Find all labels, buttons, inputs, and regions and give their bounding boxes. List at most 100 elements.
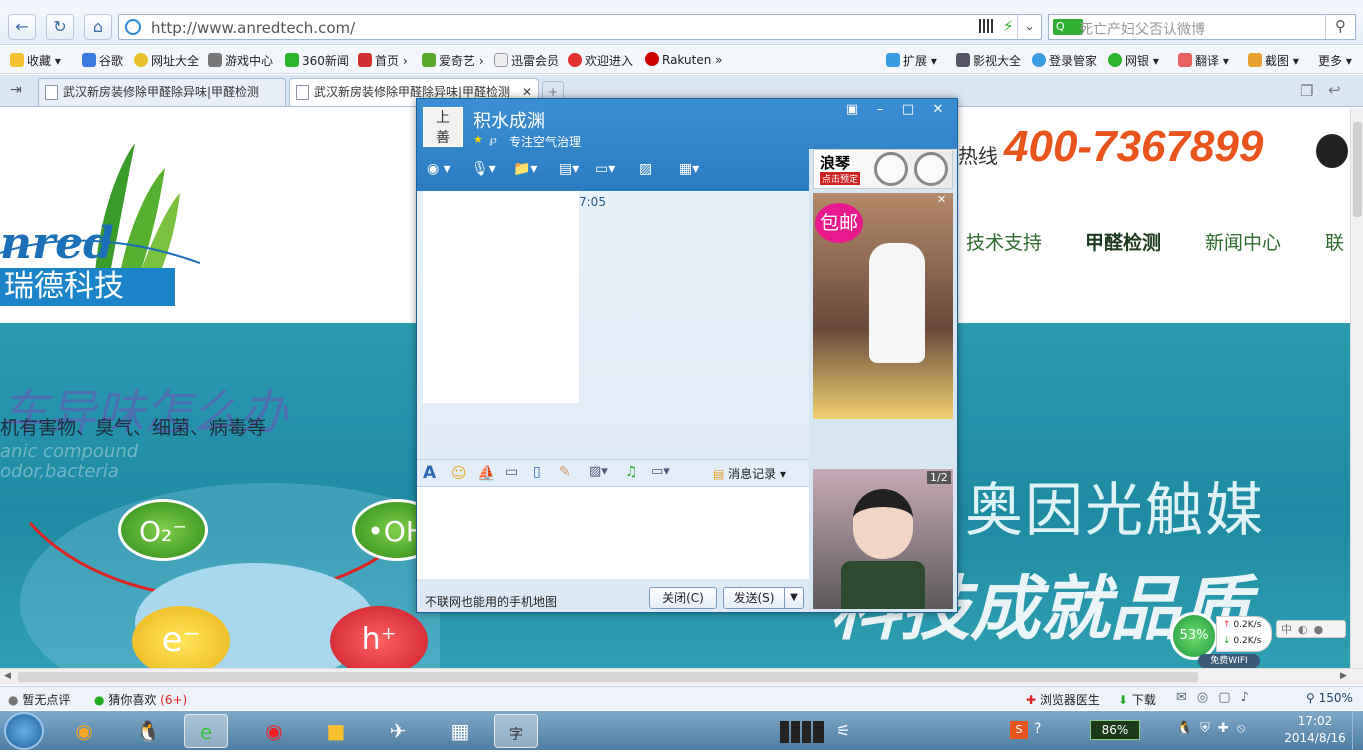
horizontal-scrollbar[interactable]: ◀ ▶ bbox=[0, 668, 1363, 685]
restore-tab-icon[interactable]: ❐ bbox=[1300, 82, 1313, 100]
bookmark-iqiyi[interactable]: 爱奇艺 › bbox=[422, 52, 484, 69]
clock-date[interactable]: 2014/8/16 bbox=[1280, 731, 1350, 745]
qq-penguin-icon[interactable] bbox=[1316, 134, 1348, 168]
footer-tip-link[interactable]: 不联网也能用的手机地图 bbox=[425, 593, 557, 610]
input-method-icon[interactable]: S bbox=[1010, 721, 1028, 739]
back-button[interactable]: ← bbox=[8, 14, 36, 40]
contact-name[interactable]: 积水成渊 bbox=[473, 107, 545, 133]
shake-icon[interactable]: ⛵ bbox=[477, 464, 496, 482]
qq-show-avatar[interactable]: 1/2 bbox=[813, 469, 953, 609]
discussion-icon[interactable]: ▤▾ bbox=[559, 161, 579, 183]
qq-chat-window[interactable]: 上善 积水成渊 ★ ℘ 专注空气治理 ▣ – □ ✕ ◉ ▾ 🎙▾ 📁▾ ▤▾ … bbox=[416, 98, 958, 613]
bookmark-nav[interactable]: 网址大全 bbox=[134, 52, 199, 69]
speed-mode-icon[interactable]: ⚡ bbox=[1003, 17, 1014, 35]
refresh-button[interactable]: ↻ bbox=[46, 14, 74, 40]
chevron-down-icon[interactable]: ⌄ bbox=[1017, 15, 1041, 39]
bookmark-login[interactable]: 登录管家 bbox=[1032, 52, 1097, 69]
send-button[interactable]: 发送(S) bbox=[723, 587, 785, 609]
tab-1[interactable]: 武汉新房装修除甲醛除异味|甲醛检测 bbox=[38, 78, 286, 106]
help-icon[interactable]: ? bbox=[1034, 721, 1041, 737]
pps-icon[interactable]: ■ bbox=[314, 714, 358, 748]
app-360-icon[interactable]: ◉ bbox=[62, 714, 106, 748]
bookmark-xunlei[interactable]: 迅雷会员 bbox=[494, 52, 559, 69]
app-red-icon[interactable]: ◉ bbox=[252, 714, 296, 748]
image-icon[interactable]: ▨▾ bbox=[589, 464, 608, 479]
qr-code-icon[interactable] bbox=[979, 19, 993, 33]
vertical-scrollbar[interactable] bbox=[1350, 108, 1363, 668]
fashion-ad-image[interactable]: 包邮 ✕ bbox=[813, 193, 953, 419]
scroll-right-arrow[interactable]: ▶ bbox=[1340, 671, 1347, 681]
nav-formaldehyde[interactable]: 甲醛检测 bbox=[1085, 228, 1161, 255]
show-desktop-button[interactable] bbox=[1352, 711, 1363, 750]
zoom-level[interactable]: ⚲ 150% bbox=[1306, 691, 1353, 705]
bookmark-translate[interactable]: 翻译 ▾ bbox=[1178, 52, 1229, 69]
remote-desktop-icon[interactable]: ▭▾ bbox=[595, 161, 615, 183]
bookmark-video[interactable]: 影视大全 bbox=[956, 52, 1021, 69]
vertical-scroll-thumb[interactable] bbox=[1353, 122, 1362, 217]
battery-indicator[interactable]: 86% bbox=[1090, 720, 1140, 740]
bookmark-news[interactable]: 360新闻 bbox=[285, 52, 349, 69]
qq-icon[interactable]: 🐧 bbox=[126, 714, 170, 748]
network-usage-gauge[interactable]: 53% bbox=[1170, 612, 1218, 660]
horizontal-scroll-thumb[interactable] bbox=[18, 672, 1198, 682]
minimize-icon[interactable]: – bbox=[867, 101, 893, 119]
nav-tech-support[interactable]: 技术支持 bbox=[966, 228, 1042, 255]
video-call-icon[interactable]: ◉ ▾ bbox=[427, 161, 451, 183]
screenshot-icon[interactable]: ▭▾ bbox=[651, 464, 670, 479]
menu-icon[interactable]: ▣ bbox=[839, 101, 865, 119]
bookmark-extensions[interactable]: 扩展 ▾ bbox=[886, 52, 937, 69]
bookmark-rakuten[interactable]: Rakuten » bbox=[645, 52, 722, 67]
bookmark-screenshot[interactable]: 截图 ▾ bbox=[1248, 52, 1299, 69]
bookmark-google[interactable]: 谷歌 bbox=[82, 52, 123, 69]
signal-icon[interactable] bbox=[780, 721, 824, 743]
bookmark-welcome[interactable]: 欢迎进入 bbox=[568, 52, 633, 69]
nav-contact[interactable]: 联 bbox=[1325, 228, 1344, 255]
close-button[interactable]: 关闭(C) bbox=[649, 587, 717, 609]
share-screen-icon[interactable]: ▨ bbox=[639, 161, 652, 183]
search-box[interactable]: Q 死亡产妇父否认微博 ⚲ bbox=[1048, 14, 1356, 40]
music-icon[interactable]: ♫ bbox=[625, 464, 638, 480]
undo-close-icon[interactable]: ↩ bbox=[1328, 81, 1341, 99]
bookmark-favorites[interactable]: 收藏 ▾ bbox=[10, 52, 61, 69]
avatar-page-counter[interactable]: 1/2 bbox=[927, 471, 951, 484]
free-wifi-label[interactable]: 免费WIFI bbox=[1198, 654, 1260, 668]
bookmark-games[interactable]: 游戏中心 bbox=[208, 52, 273, 69]
bookmark-more[interactable]: 更多 ▾ bbox=[1318, 52, 1352, 69]
watch-ad-banner[interactable]: 浪琴 点击预定 bbox=[813, 149, 953, 189]
scroll-left-arrow[interactable]: ◀ bbox=[4, 671, 11, 681]
float-tools[interactable]: 中◐● bbox=[1276, 620, 1346, 638]
tray-icons[interactable]: 🐧⛨✚⦸ bbox=[1176, 721, 1253, 736]
maximize-icon[interactable]: □ bbox=[895, 101, 921, 119]
bird-icon[interactable]: ✈ bbox=[376, 714, 420, 748]
search-input[interactable]: 死亡产妇父否认微博 bbox=[1079, 19, 1205, 39]
media-player-icon[interactable]: ▦ bbox=[438, 714, 482, 748]
browser-icon[interactable]: e bbox=[184, 714, 228, 748]
rating-status[interactable]: ● 暂无点评 bbox=[8, 691, 70, 708]
close-ad-icon[interactable]: ✕ bbox=[937, 193, 946, 206]
nav-news[interactable]: 新闻中心 bbox=[1205, 228, 1281, 255]
start-button[interactable] bbox=[4, 712, 44, 750]
sidebar-toggle-icon[interactable]: ⇥ bbox=[10, 82, 22, 98]
bookmark-bank[interactable]: 网银 ▾ bbox=[1108, 52, 1159, 69]
voice-message-icon[interactable]: ▯ bbox=[533, 464, 541, 480]
send-options-dropdown[interactable]: ▼ bbox=[784, 587, 804, 609]
message-history-button[interactable]: ▤ 消息记录 ▾ bbox=[713, 465, 786, 482]
message-input[interactable] bbox=[417, 487, 809, 579]
address-bar[interactable]: http://www.anredtech.com/ ⚡ ⌄ bbox=[118, 14, 1042, 40]
search-icon[interactable]: ⚲ bbox=[1325, 15, 1355, 39]
antenna-icon[interactable]: ⚟ bbox=[836, 721, 850, 740]
close-icon[interactable]: ✕ bbox=[925, 101, 951, 119]
recommend-link[interactable]: ● 猜你喜欢 (6+) bbox=[94, 691, 187, 708]
emoji-icon[interactable]: ☺ bbox=[451, 464, 467, 482]
home-button[interactable]: ⌂ bbox=[84, 14, 112, 40]
status-tools[interactable]: ✉◎▢♪ bbox=[1176, 690, 1259, 705]
doodle-icon[interactable]: ✎ bbox=[559, 464, 571, 480]
download-button[interactable]: ⬇ 下载 bbox=[1118, 691, 1156, 708]
browser-doctor[interactable]: ✚ 浏览器医生 bbox=[1026, 691, 1100, 708]
bookmark-home[interactable]: 首页 › bbox=[358, 52, 408, 69]
contact-avatar[interactable]: 上善 bbox=[423, 107, 463, 147]
address-url[interactable]: http://www.anredtech.com/ bbox=[151, 19, 355, 37]
send-file-icon[interactable]: 📁▾ bbox=[513, 161, 537, 183]
apps-icon[interactable]: ▦▾ bbox=[679, 161, 699, 183]
clock-time[interactable]: 17:02 bbox=[1290, 714, 1340, 728]
